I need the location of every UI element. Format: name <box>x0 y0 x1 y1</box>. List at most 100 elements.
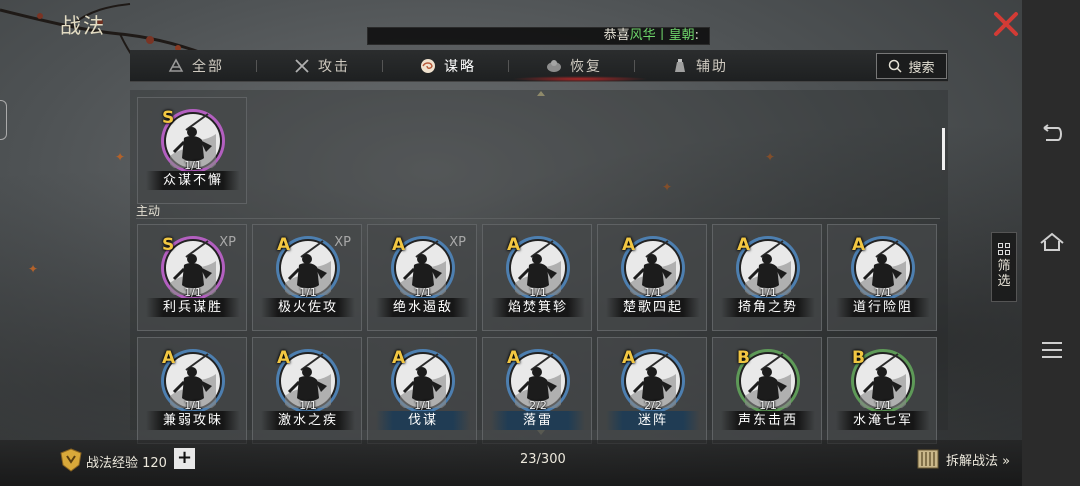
skill-card[interactable]: A 1/1 掎角之势 <box>712 224 822 331</box>
tab-label: 谋略 <box>444 59 476 75</box>
tab-label: 辅助 <box>696 59 728 75</box>
scroll-bundle-icon <box>917 449 939 469</box>
skill-name: 利兵谋胜 <box>146 298 240 317</box>
tab-label: 攻击 <box>318 59 350 75</box>
xp-badge: XP <box>334 235 351 250</box>
add-exp-button[interactable]: + <box>174 448 195 469</box>
skill-grade-badge: A <box>737 235 751 255</box>
tab-label: 恢复 <box>570 59 602 75</box>
search-icon <box>889 59 903 73</box>
skill-grade-badge: A <box>507 235 521 255</box>
tab-divider <box>256 60 257 72</box>
skill-card[interactable]: A 2/2 落雷 <box>482 337 592 444</box>
skill-name: 绝水遏敌 <box>376 298 470 317</box>
skill-card[interactable]: A 1/1 楚歌四起 <box>597 224 707 331</box>
crossed-swords-icon <box>292 56 312 76</box>
search-button[interactable]: 搜索 <box>876 53 947 79</box>
tab-attack[interactable]: 攻击 <box>292 50 350 82</box>
skill-name: 极火佐攻 <box>261 298 355 317</box>
category-tabbar: 全部 攻击 谋略 恢复 辅助 <box>130 50 948 82</box>
filter-label-1: 筛 <box>997 259 1011 274</box>
skill-grade-badge: A <box>852 235 866 255</box>
filter-button[interactable]: 筛 选 <box>991 232 1017 302</box>
skill-card[interactable]: B 1/1 水淹七军 <box>827 337 937 444</box>
close-icon[interactable] <box>990 8 1022 40</box>
skill-grade-badge: S <box>162 108 175 128</box>
skill-grade-badge: A <box>507 348 521 368</box>
section-label-active: 主动 <box>136 204 161 218</box>
back-icon <box>1043 124 1062 141</box>
skill-name: 焰焚箕轸 <box>491 298 585 317</box>
nav-back-button[interactable] <box>1038 120 1066 148</box>
tab-strategy[interactable]: 谋略 <box>418 50 476 82</box>
skill-name: 众谋不懈 <box>146 171 240 190</box>
skill-card[interactable]: A XP 1/1 绝水遏敌 <box>367 224 477 331</box>
xp-badge: XP <box>219 235 236 250</box>
skill-card[interactable]: A XP 1/1 极火佐攻 <box>252 224 362 331</box>
skill-grade-badge: S <box>162 235 175 255</box>
skill-card[interactable]: A 1/1 激水之疾 <box>252 337 362 444</box>
side-drawer-handle[interactable] <box>0 100 7 140</box>
dismantle-label: 拆解战法 » <box>946 453 1011 469</box>
banner-suffix: : <box>694 28 699 43</box>
filter-grid-icon <box>998 243 1010 255</box>
skill-card[interactable]: A 2/2 迷阵 <box>597 337 707 444</box>
section-divider <box>136 218 940 219</box>
skill-name: 落雷 <box>491 411 585 430</box>
tab-label: 全部 <box>192 59 224 75</box>
recover-icon <box>544 56 564 76</box>
skill-exp-value: 战法经验 120 <box>86 456 167 471</box>
assist-icon <box>670 56 690 76</box>
skill-name: 兼弱攻昧 <box>146 411 240 430</box>
skill-card[interactable]: A 1/1 兼弱攻昧 <box>137 337 247 444</box>
skill-name: 水淹七军 <box>836 411 930 430</box>
xp-badge: XP <box>449 235 466 250</box>
skill-count: 23/300 <box>520 452 566 467</box>
skill-grade-badge: B <box>737 348 750 368</box>
skill-grade-badge: A <box>392 235 406 255</box>
skill-card[interactable]: S XP 1/1 利兵谋胜 <box>137 224 247 331</box>
skill-grade-badge: A <box>162 348 176 368</box>
menu-icon <box>1042 342 1062 358</box>
skill-name: 掎角之势 <box>721 298 815 317</box>
leaf-decoration: ✦ <box>28 262 39 276</box>
skill-card[interactable]: B 1/1 声东击西 <box>712 337 822 444</box>
nav-home-button[interactable] <box>1038 228 1066 256</box>
skill-name: 声东击西 <box>721 411 815 430</box>
announcement-banner: 恭喜风华丨皇朝: <box>367 27 710 45</box>
home-icon <box>1040 232 1064 251</box>
skill-name: 激水之疾 <box>261 411 355 430</box>
skill-card[interactable]: A 1/1 伐谋 <box>367 337 477 444</box>
skill-grade-badge: A <box>392 348 406 368</box>
skill-name: 道行险阻 <box>836 298 930 317</box>
active-tab-indicator <box>512 76 648 82</box>
scroll-up-arrow-icon <box>537 91 545 96</box>
skill-card[interactable]: A 1/1 焰焚箕轸 <box>482 224 592 331</box>
skill-card[interactable]: A 1/1 道行险阻 <box>827 224 937 331</box>
skill-grade-badge: A <box>622 235 636 255</box>
tab-divider <box>508 60 509 72</box>
skill-grade-badge: B <box>852 348 865 368</box>
tab-divider <box>382 60 383 72</box>
skill-exp-icon <box>60 448 82 472</box>
filter-label-2: 选 <box>997 274 1011 289</box>
skill-grade-badge: A <box>277 235 291 255</box>
skill-name: 楚歌四起 <box>606 298 700 317</box>
tab-assist[interactable]: 辅助 <box>670 50 728 82</box>
search-label: 搜索 <box>908 60 935 76</box>
banner-prefix: 恭喜 <box>603 28 630 43</box>
skill-grade-badge: A <box>622 348 636 368</box>
page-title: 战法 <box>60 14 106 38</box>
nav-menu-button[interactable] <box>1038 336 1066 364</box>
skill-name: 迷阵 <box>606 411 700 430</box>
skill-card[interactable]: S 1/1 众谋不懈 <box>137 97 247 204</box>
skill-name: 伐谋 <box>376 411 470 430</box>
skill-grade-badge: A <box>277 348 291 368</box>
scrollbar[interactable] <box>942 128 945 170</box>
all-icon <box>166 56 186 76</box>
tab-all[interactable]: 全部 <box>166 50 224 82</box>
dismantle-skill-button[interactable]: 拆解战法 » <box>916 446 1010 472</box>
banner-highlight: 风华丨皇朝 <box>629 28 695 43</box>
strategy-swirl-icon <box>418 56 438 76</box>
tab-divider <box>634 60 635 72</box>
